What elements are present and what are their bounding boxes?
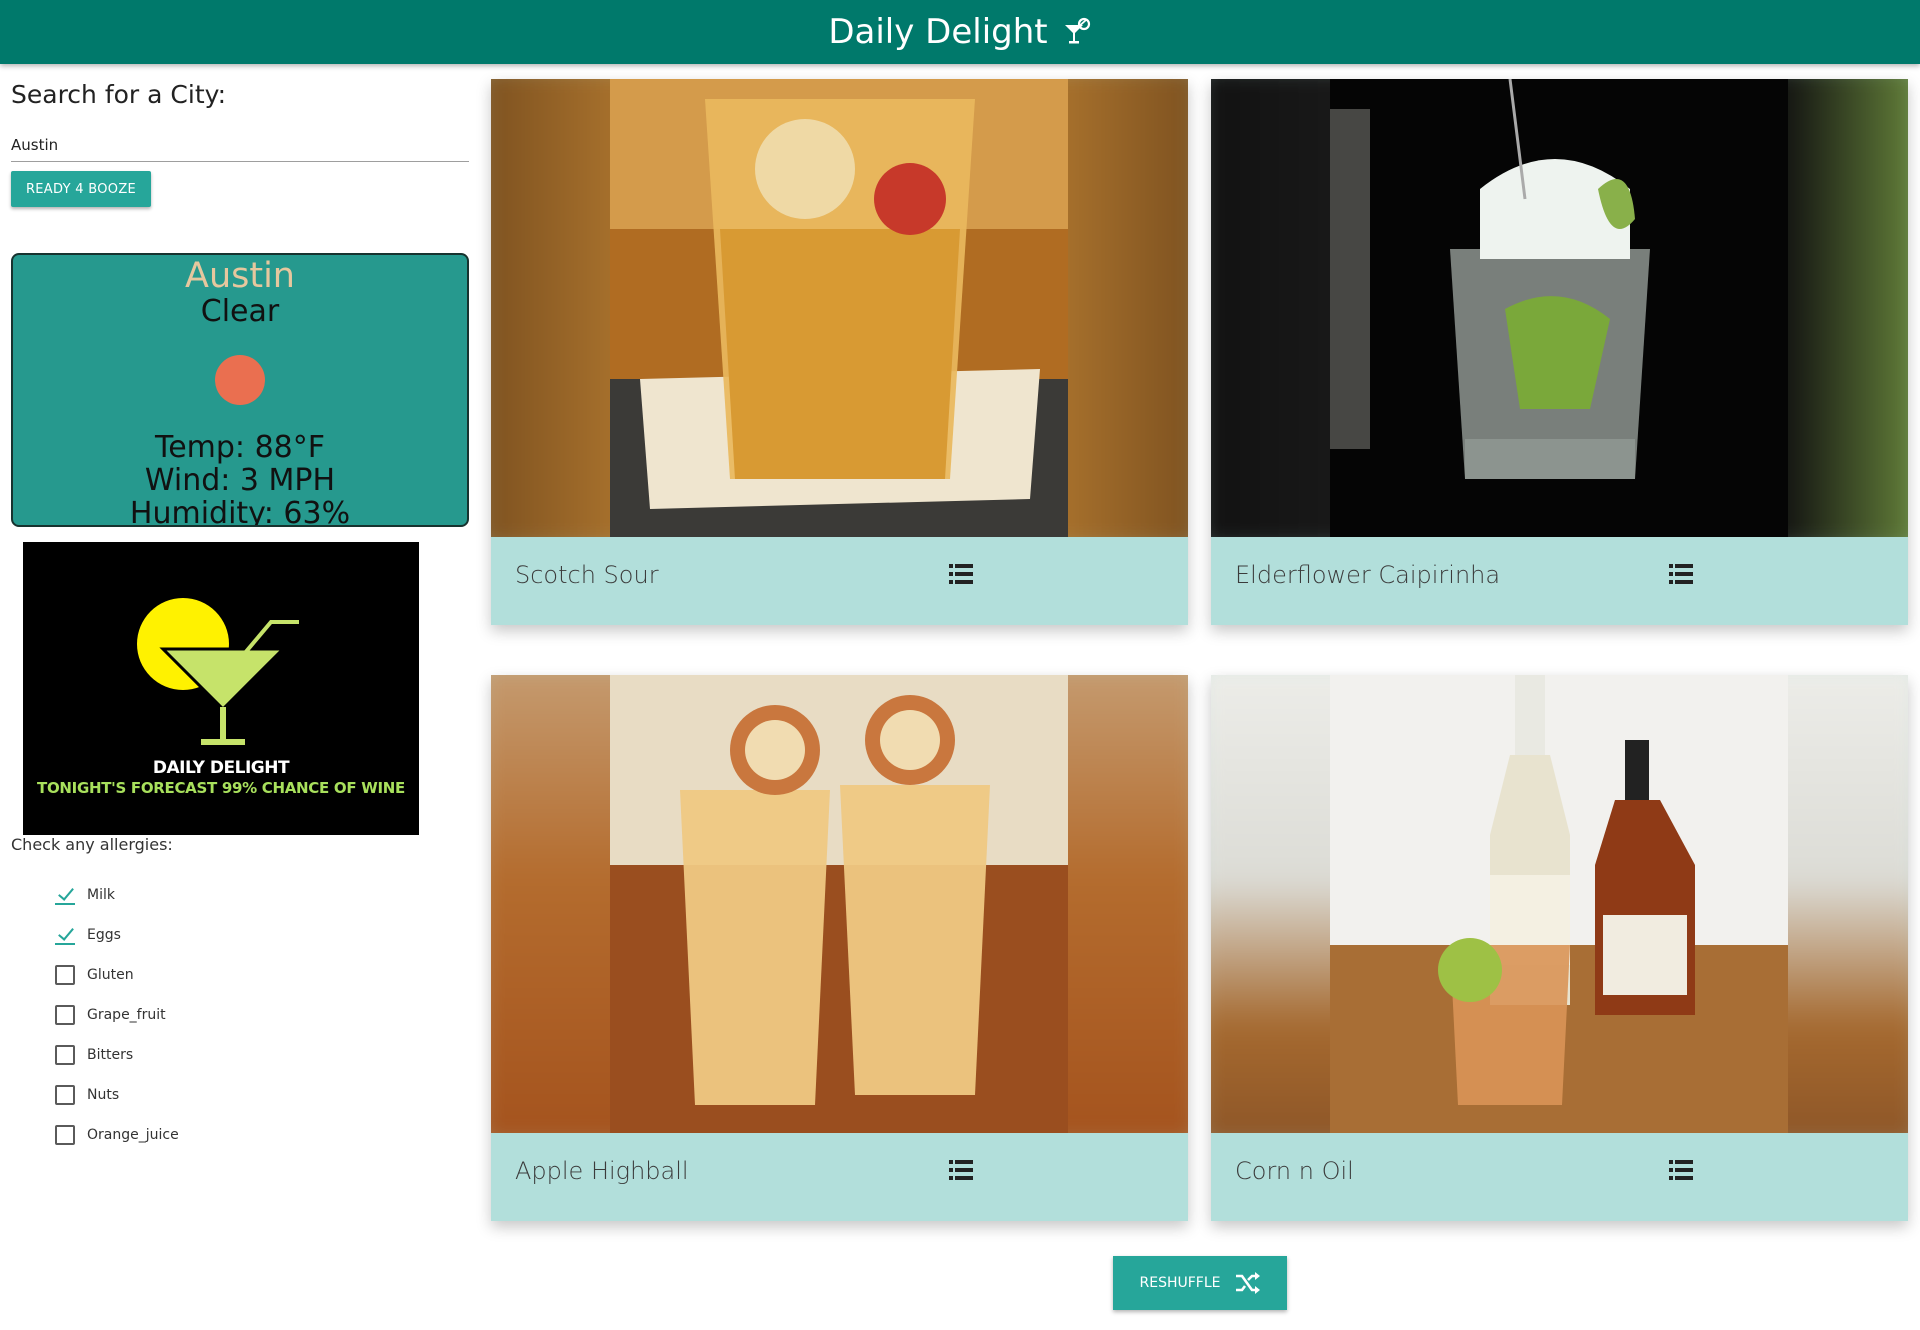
list-icon[interactable] [1669,1158,1693,1182]
checkbox-nuts[interactable] [55,1085,75,1105]
apple-highball-photo [610,675,1068,1133]
allergy-item-gluten[interactable]: Gluten [55,955,179,995]
allergy-item-milk[interactable]: Milk [55,875,179,915]
drink-photo[interactable] [1211,79,1908,537]
allergy-name: Nuts [87,1087,120,1103]
drink-card-corn-n-oil[interactable]: Corn n Oil [1211,675,1908,1221]
checkbox-orange-juice[interactable] [55,1125,75,1145]
allergy-item-orange-juice[interactable]: Orange_juice [55,1115,179,1155]
drink-photo[interactable] [491,79,1188,537]
weather-wind: Wind: 3 MPH [144,463,336,498]
drink-name: Elderflower Caipirinha [1235,561,1501,589]
drink-name: Scotch Sour [515,561,659,589]
list-icon[interactable] [1669,562,1693,586]
drink-photo[interactable] [491,675,1188,1133]
checkbox-bitters[interactable] [55,1045,75,1065]
app-title[interactable]: Daily Delight [828,12,1047,52]
drink-photo[interactable] [1211,675,1908,1133]
allergy-name: Orange_juice [87,1127,179,1143]
list-icon[interactable] [949,1158,973,1182]
drink-name: Corn n Oil [1235,1157,1354,1185]
checkbox-gluten[interactable] [55,965,75,985]
weather-humidity: Humidity: 63% [129,496,351,527]
allergy-item-nuts[interactable]: Nuts [55,1075,179,1115]
allergy-name: Grape_fruit [87,1007,166,1023]
corn-n-oil-photo [1330,675,1788,1133]
logo-subtitle: TONIGHT'S FORECAST 99% CHANCE OF WINE [37,779,405,797]
drink-card-apple-highball[interactable]: Apple Highball [491,675,1188,1221]
navbar: Daily Delight [0,0,1920,64]
allergy-list: Milk Eggs Gluten Grape_fruit Bitters Nut… [55,875,179,1155]
reshuffle-label: RESHUFFLE [1139,1275,1221,1291]
allergy-name: Gluten [87,967,134,983]
logo-title: DAILY DELIGHT [152,758,290,778]
search-label: Search for a City: [11,80,227,109]
daily-delight-logo: DAILY DELIGHT TONIGHT'S FORECAST 99% CHA… [23,542,419,835]
list-icon[interactable] [949,562,973,586]
allergy-name: Milk [87,887,115,903]
allergy-name: Bitters [87,1047,134,1063]
checkbox-milk[interactable] [55,885,75,905]
drink-card-scotch-sour[interactable]: Scotch Sour [491,79,1188,625]
city-search-input[interactable] [11,128,469,162]
cocktail-glass-icon [1064,17,1090,44]
reshuffle-button[interactable]: RESHUFFLE [1113,1256,1287,1310]
weather-card: Austin Clear Temp: 88°F Wind: 3 MPH Humi… [11,253,469,527]
weather-temp: Temp: 88°F [154,430,326,465]
shuffle-icon [1235,1272,1260,1294]
scotch-sour-photo [610,79,1068,537]
sun-icon [215,355,265,405]
ready-4-booze-button[interactable]: READY 4 BOOZE [11,171,151,207]
allergy-item-bitters[interactable]: Bitters [55,1035,179,1075]
weather-condition: Clear [200,294,280,329]
drink-card-elderflower-caipirinha[interactable]: Elderflower Caipirinha [1211,79,1908,625]
drink-name: Apple Highball [515,1157,689,1185]
elderflower-caipirinha-photo [1330,79,1788,537]
weather-city: Austin [185,256,295,296]
checkbox-grape-fruit[interactable] [55,1005,75,1025]
checkbox-eggs[interactable] [55,925,75,945]
allergy-label: Check any allergies: [11,835,173,854]
allergy-name: Eggs [87,927,121,943]
allergy-item-grape-fruit[interactable]: Grape_fruit [55,995,179,1035]
allergy-item-eggs[interactable]: Eggs [55,915,179,955]
